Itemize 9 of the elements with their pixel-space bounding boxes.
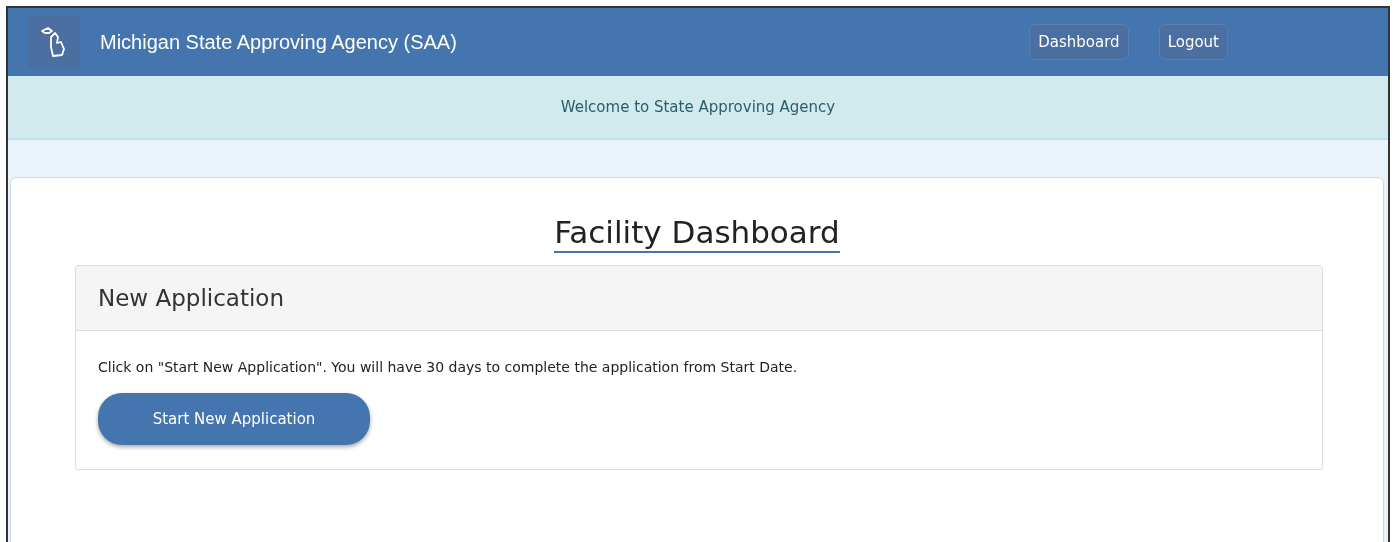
nav-link[interactable]: Dashboard	[1029, 24, 1129, 60]
page-title: Facility Dashboard	[554, 214, 840, 253]
instructions-text: Click on "Start New Application". You will have 30 days to complete the application from Start Date.	[98, 359, 799, 375]
brand-title[interactable]: Michigan State Approving Agency (SAA)	[100, 30, 457, 54]
welcome-text: Welcome to State Approving Agency	[560, 98, 836, 116]
panel-heading: New Application	[98, 285, 284, 311]
state-map-icon[interactable]	[28, 16, 80, 68]
start-application-button[interactable]: Start New Application	[98, 393, 370, 445]
nav-link[interactable]: Logout	[1158, 24, 1228, 60]
